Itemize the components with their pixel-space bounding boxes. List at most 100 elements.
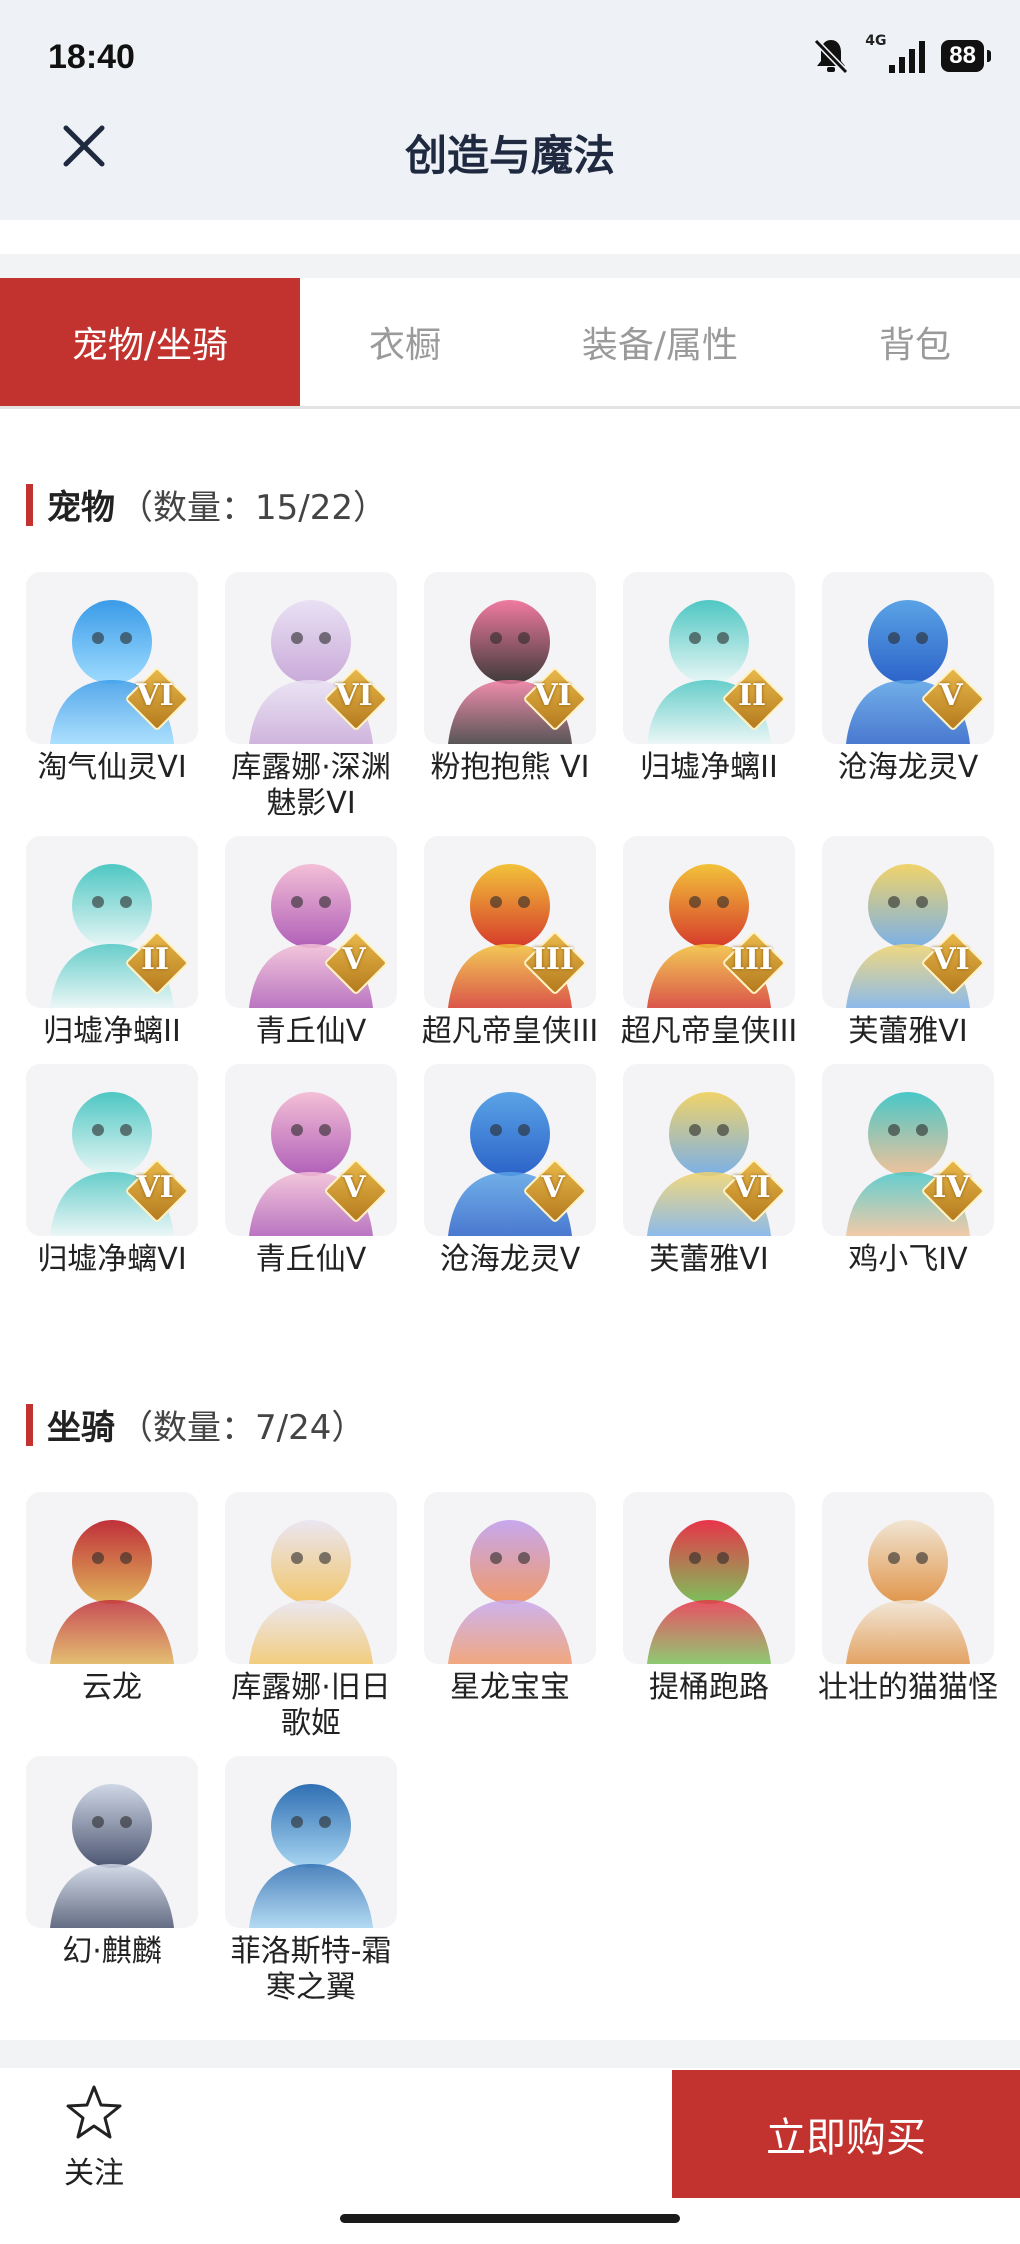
- mount-name: 云龙: [82, 1670, 142, 1705]
- pet-thumbnail: VI: [26, 1064, 198, 1236]
- pet-thumbnail: III: [623, 836, 795, 1008]
- mount-name: 壮壮的猫猫怪: [818, 1670, 998, 1705]
- pets-section-count: （数量：15/22）: [119, 488, 387, 528]
- pet-name: 青丘仙V: [255, 1242, 367, 1277]
- mount-thumbnail: [26, 1492, 198, 1664]
- grade-badge: VI: [124, 666, 190, 732]
- grade-label: II: [140, 942, 170, 977]
- bell-muted-icon: [811, 36, 851, 76]
- pet-thumbnail: III: [424, 836, 596, 1008]
- grade-label: V: [342, 1170, 366, 1205]
- pet-thumbnail: VI: [225, 572, 397, 744]
- grade-label: VI: [136, 678, 174, 713]
- pet-thumbnail: VI: [26, 572, 198, 744]
- mounts-grid: 云龙 库露娜·旧日歌姬 星龙宝宝 提桶跑路 壮壮的猫猫怪幻·麒麟 菲洛斯特-霜寒之翼: [26, 1492, 1006, 2006]
- mount-item[interactable]: 云龙: [26, 1492, 198, 1742]
- buy-now-button[interactable]: 立即购买: [672, 2070, 1020, 2198]
- mount-thumbnail: [822, 1492, 994, 1664]
- grade-label: III: [730, 942, 774, 977]
- mount-thumbnail: [424, 1492, 596, 1664]
- clipped-content-edge: [0, 220, 1020, 254]
- pet-name: 沧海龙灵V: [439, 1242, 581, 1277]
- grade-label: V: [342, 942, 366, 977]
- mount-item[interactable]: 菲洛斯特-霜寒之翼: [225, 1756, 397, 2006]
- top-header: 18:40 4G 88 创造与魔法: [0, 0, 1020, 220]
- grade-label: V: [541, 1170, 565, 1205]
- pet-name: 青丘仙V: [255, 1014, 367, 1049]
- grade-label: VI: [335, 678, 373, 713]
- grade-badge: VI: [721, 1158, 787, 1224]
- pet-item[interactable]: VI 库露娜·深渊魅影VI: [225, 572, 397, 822]
- pet-item[interactable]: II 归墟净螭II: [623, 572, 795, 822]
- favorite-button[interactable]: 关注: [54, 2084, 134, 2192]
- status-icons: 4G 88: [811, 33, 991, 76]
- network-type: 4G: [865, 33, 887, 49]
- grade-label: III: [531, 942, 575, 977]
- grade-badge: II: [124, 930, 190, 996]
- tab-wardrobe[interactable]: 衣橱: [300, 278, 510, 406]
- pet-item[interactable]: VI 芙蕾雅VI: [623, 1064, 795, 1278]
- pet-item[interactable]: III 超凡帝皇侠III: [621, 836, 797, 1050]
- tab-pets-mounts[interactable]: 宠物/坐骑: [0, 278, 300, 406]
- pet-thumbnail: VI: [822, 836, 994, 1008]
- grade-badge: VI: [920, 930, 986, 996]
- pet-name: 归墟净螭VI: [37, 1242, 187, 1277]
- pet-name: 库露娜·深渊魅影VI: [231, 750, 391, 821]
- grade-label: II: [737, 678, 767, 713]
- pet-name: 粉抱抱熊 VI: [430, 750, 590, 785]
- pet-item[interactable]: III 超凡帝皇侠III: [422, 836, 598, 1050]
- pet-thumbnail: V: [225, 836, 397, 1008]
- section-marker: [26, 483, 33, 526]
- pet-name: 淘气仙灵VI: [37, 750, 187, 785]
- divider-band: [0, 2040, 1020, 2068]
- home-indicator[interactable]: [340, 2214, 680, 2223]
- section-marker: [26, 1403, 33, 1446]
- mount-thumbnail: [225, 1492, 397, 1664]
- grade-badge: III: [721, 930, 787, 996]
- grade-label: IV: [932, 1170, 970, 1205]
- pet-item[interactable]: II 归墟净螭II: [26, 836, 198, 1050]
- category-tabs: 宠物/坐骑 衣橱 装备/属性 背包: [0, 278, 1020, 409]
- mount-name: 幻·麒麟: [62, 1934, 162, 1969]
- grade-badge: II: [721, 666, 787, 732]
- pet-thumbnail: IV: [822, 1064, 994, 1236]
- pet-item[interactable]: V 沧海龙灵V: [424, 1064, 596, 1278]
- grade-label: VI: [932, 942, 970, 977]
- pet-item[interactable]: VI 粉抱抱熊 VI: [424, 572, 596, 822]
- pet-name: 归墟净螭II: [640, 750, 778, 785]
- mounts-section-header: 坐骑 （数量：7/24）: [26, 1400, 365, 1449]
- grade-label: V: [939, 678, 963, 713]
- mount-name: 库露娜·旧日歌姬: [231, 1670, 391, 1741]
- pet-item[interactable]: VI 芙蕾雅VI: [822, 836, 994, 1050]
- status-time: 18:40: [48, 38, 135, 76]
- pet-item[interactable]: IV 鸡小飞IV: [822, 1064, 994, 1278]
- mount-item[interactable]: 壮壮的猫猫怪: [818, 1492, 998, 1742]
- battery-level: 88: [941, 40, 991, 72]
- mount-name: 提桶跑路: [649, 1670, 769, 1705]
- pet-item[interactable]: V 青丘仙V: [225, 836, 397, 1050]
- mount-item[interactable]: 幻·麒麟: [26, 1756, 198, 2006]
- page-title: 创造与魔法: [404, 131, 615, 180]
- pet-item[interactable]: VI 淘气仙灵VI: [26, 572, 198, 822]
- pet-item[interactable]: V 青丘仙V: [225, 1064, 397, 1278]
- pet-thumbnail: V: [225, 1064, 397, 1236]
- mount-item[interactable]: 库露娜·旧日歌姬: [225, 1492, 397, 1742]
- pet-item[interactable]: V 沧海龙灵V: [822, 572, 994, 822]
- mount-thumbnail: [26, 1756, 198, 1928]
- mount-item[interactable]: 星龙宝宝: [424, 1492, 596, 1742]
- tab-backpack[interactable]: 背包: [810, 278, 1020, 406]
- pet-item[interactable]: VI 归墟净螭VI: [26, 1064, 198, 1278]
- tab-equipment[interactable]: 装备/属性: [510, 278, 810, 406]
- pet-thumbnail: VI: [424, 572, 596, 744]
- grade-badge: VI: [522, 666, 588, 732]
- grade-label: VI: [733, 1170, 771, 1205]
- grade-badge: V: [920, 666, 986, 732]
- mount-thumbnail: [623, 1492, 795, 1664]
- grade-label: VI: [534, 678, 572, 713]
- pets-section-header: 宠物 （数量：15/22）: [26, 480, 387, 529]
- pet-name: 超凡帝皇侠III: [421, 1014, 599, 1049]
- star-icon: [66, 2085, 122, 2139]
- pet-name: 芙蕾雅VI: [848, 1014, 968, 1049]
- mount-item[interactable]: 提桶跑路: [623, 1492, 795, 1742]
- grade-label: VI: [136, 1170, 174, 1205]
